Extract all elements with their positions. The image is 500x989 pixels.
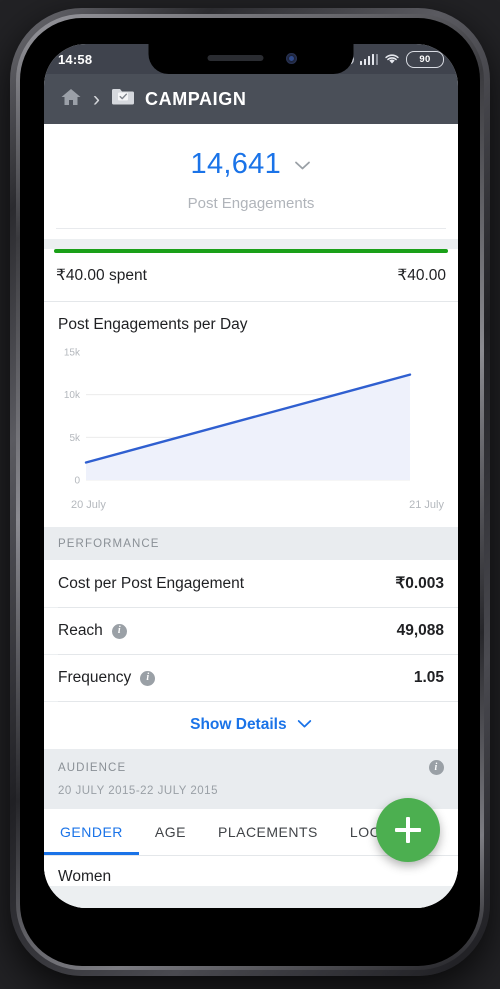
performance-row-label-group: Reach i xyxy=(58,622,127,640)
primary-metric-value: 14,641 xyxy=(190,148,282,180)
svg-text:15k: 15k xyxy=(64,348,81,359)
performance-row-label: Reach xyxy=(58,622,103,639)
performance-row-reach[interactable]: Reach i 49,088 xyxy=(44,608,458,654)
budget-amount-label: ₹40.00 xyxy=(397,267,446,284)
info-icon[interactable]: i xyxy=(140,670,156,686)
audience-section-header: AUDIENCE i xyxy=(44,749,458,786)
scroll-content[interactable]: 14,641 Post Engagements ₹40.00 spent ₹40… xyxy=(44,124,458,908)
performance-row-label: Frequency xyxy=(58,669,132,686)
performance-row-cost[interactable]: Cost per Post Engagement ₹0.003 xyxy=(44,560,458,607)
show-details-label: Show Details xyxy=(190,716,287,734)
spend-row: ₹40.00 spent ₹40.00 xyxy=(54,253,448,301)
cellular-signal-icon xyxy=(359,53,378,65)
audience-first-row: Women xyxy=(44,856,458,887)
phone-frame-midband: 14:58 90 › CAMPAIGN 14,641 Post Engageme… xyxy=(16,14,484,970)
svg-text:0: 0 xyxy=(74,476,80,487)
app-navigation-bar: › CAMPAIGN xyxy=(44,74,458,124)
performance-row-value: 1.05 xyxy=(413,669,444,686)
front-camera xyxy=(285,53,297,64)
folder-check-icon xyxy=(111,87,135,111)
show-details-button[interactable]: Show Details xyxy=(44,702,458,750)
chevron-down-icon xyxy=(297,716,312,734)
chart-xtick-end: 21 July xyxy=(409,499,444,511)
status-bar-time: 14:58 xyxy=(58,51,93,67)
chart-card: Post Engagements per Day 0 5k 10k 15k 20 Ju… xyxy=(44,302,458,527)
performance-row-value: ₹0.003 xyxy=(395,575,444,592)
tab-placements[interactable]: PLACEMENTS xyxy=(202,809,334,855)
performance-row-frequency[interactable]: Frequency i 1.05 xyxy=(44,655,458,701)
spend-section: ₹40.00 spent ₹40.00 xyxy=(44,249,458,301)
tab-age[interactable]: AGE xyxy=(139,809,202,855)
home-icon[interactable] xyxy=(60,87,82,112)
metric-divider xyxy=(56,228,446,229)
svg-text:5k: 5k xyxy=(69,433,81,444)
phone-screen: 14:58 90 › CAMPAIGN 14,641 Post Engageme… xyxy=(44,44,458,908)
phone-frame: 14:58 90 › CAMPAIGN 14,641 Post Engageme… xyxy=(10,8,490,976)
performance-row-value: 49,088 xyxy=(396,622,444,639)
tab-gender[interactable]: GENDER xyxy=(44,809,139,856)
plus-icon-bar xyxy=(395,828,421,832)
phone-bezel: 14:58 90 › CAMPAIGN 14,641 Post Engageme… xyxy=(20,18,480,966)
chart-title: Post Engagements per Day xyxy=(58,316,248,333)
page-title: CAMPAIGN xyxy=(145,88,247,109)
info-icon[interactable]: i xyxy=(429,760,444,776)
chart-xtick-start: 20 July xyxy=(71,499,106,511)
create-fab-button[interactable] xyxy=(376,798,440,862)
info-icon[interactable]: i xyxy=(111,623,127,639)
chart-plot-area: 0 5k 10k 15k xyxy=(58,346,444,496)
primary-metric-label: Post Engagements xyxy=(187,195,315,212)
screenshot-stage: 14:58 90 › CAMPAIGN 14,641 Post Engageme… xyxy=(0,0,500,989)
audience-section-title: AUDIENCE xyxy=(58,761,127,774)
performance-section-header: PERFORMANCE xyxy=(44,527,458,560)
performance-row-label-group: Frequency i xyxy=(58,669,156,687)
line-chart: 0 5k 10k 15k xyxy=(64,348,412,487)
chart-x-axis-labels: 20 July 21 July xyxy=(44,496,458,521)
svg-text:10k: 10k xyxy=(64,390,81,401)
chevron-down-icon[interactable] xyxy=(294,158,311,176)
performance-section-title: PERFORMANCE xyxy=(58,538,160,550)
status-bar-icons: 90 xyxy=(343,50,444,68)
performance-row-label: Cost per Post Engagement xyxy=(58,574,245,592)
spend-amount-label: ₹40.00 spent xyxy=(56,267,147,284)
wifi-icon xyxy=(384,53,400,65)
breadcrumb-separator: › xyxy=(93,87,100,111)
earpiece-speaker xyxy=(207,55,263,61)
primary-metric[interactable]: 14,641 Post Engagements xyxy=(44,124,458,239)
battery-icon: 90 xyxy=(406,50,444,68)
phone-notch xyxy=(148,44,354,74)
